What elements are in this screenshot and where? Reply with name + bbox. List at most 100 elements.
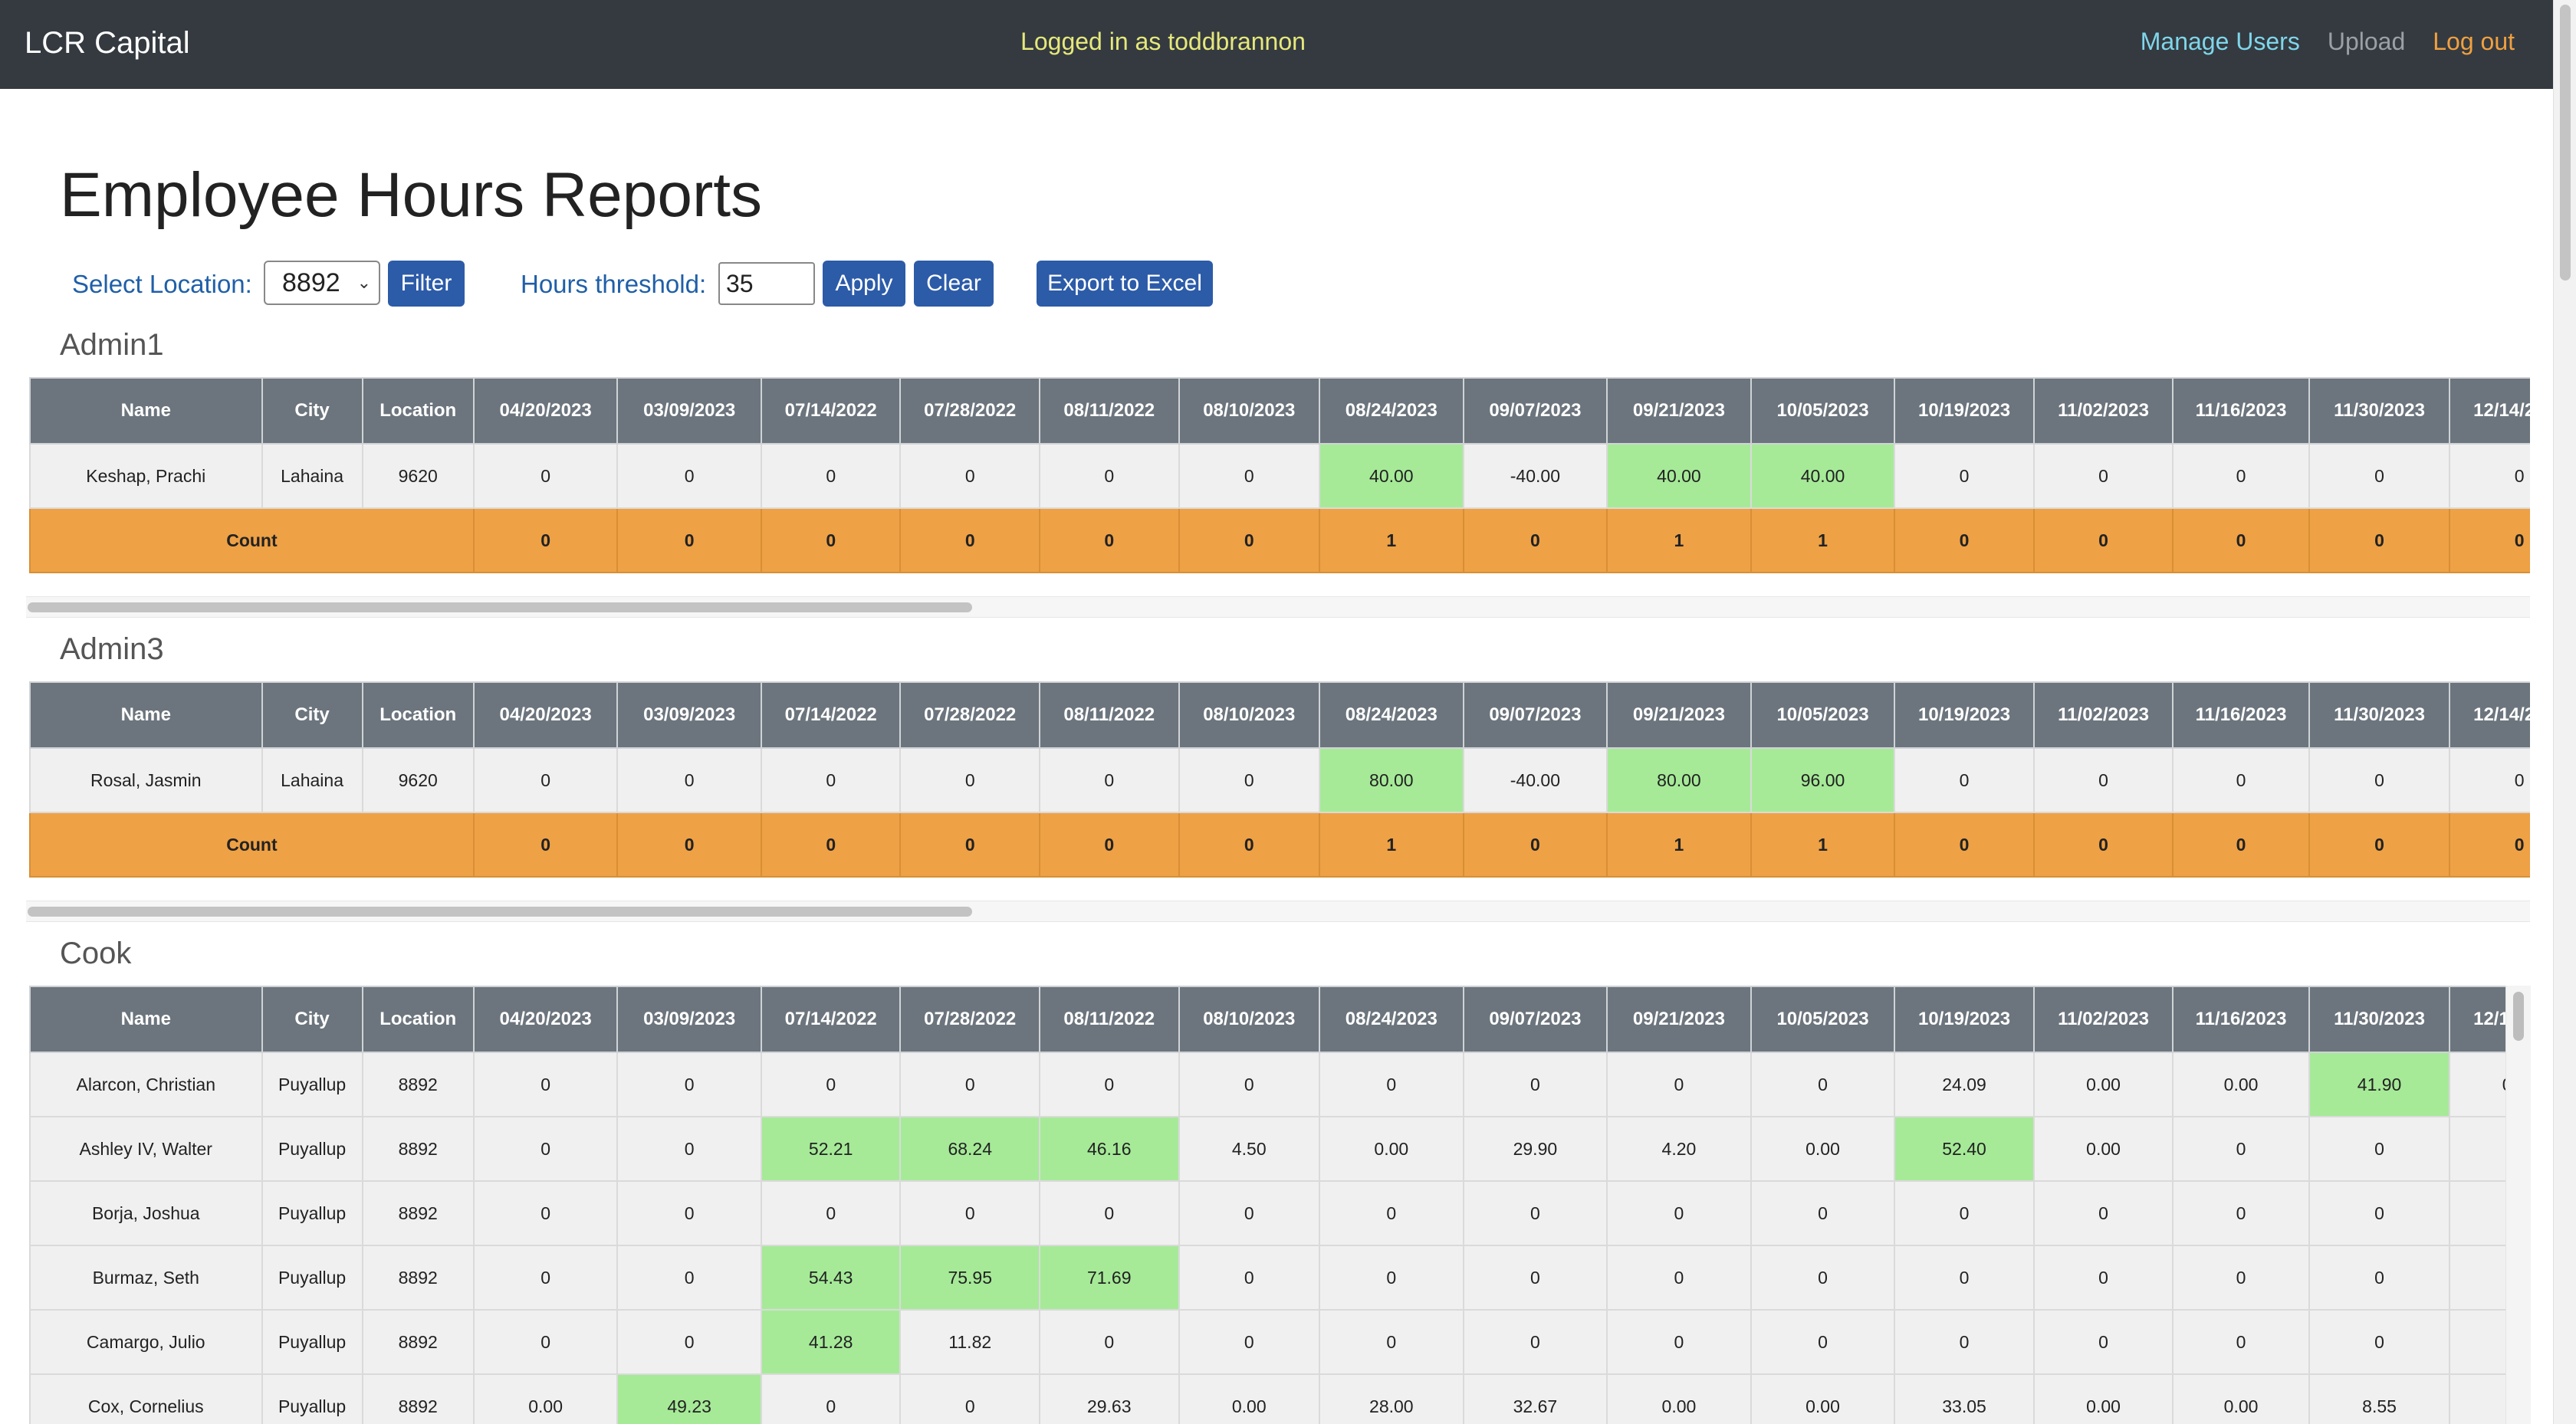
column-header[interactable]: 08/24/2023 [1319, 377, 1464, 445]
count-cell: 1 [1606, 812, 1752, 878]
column-header[interactable]: Name [29, 681, 263, 749]
column-header[interactable]: 04/20/2023 [472, 377, 619, 445]
column-header[interactable]: 10/05/2023 [1750, 986, 1896, 1053]
column-header[interactable]: City [261, 681, 363, 749]
upload-link[interactable]: Upload [2328, 28, 2405, 56]
section-title-cook: Cook [60, 937, 132, 970]
hours-cell: 0 [2308, 1180, 2451, 1246]
hours-cell: 0.00 [2449, 1052, 2505, 1117]
filter-button[interactable]: Filter [388, 261, 465, 307]
hours-cell: 0 [760, 747, 902, 813]
hours-cell: 0.00 [2172, 1052, 2310, 1117]
count-label: Count [29, 812, 475, 878]
column-header[interactable]: 07/14/2022 [760, 681, 902, 749]
column-header[interactable]: 10/19/2023 [1894, 377, 2035, 445]
column-header[interactable]: City [261, 377, 363, 445]
column-header[interactable]: 10/05/2023 [1750, 681, 1896, 749]
hours-cell: 80.00 [1606, 747, 1752, 813]
hours-cell: 8.55 [2308, 1373, 2451, 1424]
hours-cell: 0 [616, 1309, 762, 1375]
apply-button[interactable]: Apply [823, 261, 905, 307]
hours-cell: 0 [2308, 1116, 2451, 1182]
column-header[interactable]: 07/28/2022 [899, 986, 1040, 1053]
column-header[interactable]: 12/14/2023 [2449, 681, 2530, 749]
admin1-scrollbar-thumb[interactable] [28, 602, 972, 612]
column-header[interactable]: 07/14/2022 [760, 377, 902, 445]
column-header[interactable]: City [261, 986, 363, 1053]
column-header[interactable]: 11/30/2023 [2308, 681, 2451, 749]
count-cell: 0 [2032, 507, 2174, 573]
manage-users-link[interactable]: Manage Users [2141, 28, 2300, 56]
column-header[interactable]: 07/28/2022 [899, 377, 1040, 445]
column-header[interactable]: 03/09/2023 [616, 377, 762, 445]
clear-button[interactable]: Clear [914, 261, 994, 307]
column-header[interactable]: 11/16/2023 [2172, 377, 2310, 445]
hours-cell: 0 [2032, 747, 2174, 813]
column-header[interactable]: 08/24/2023 [1319, 986, 1464, 1053]
column-header[interactable]: Name [29, 377, 263, 445]
column-header[interactable]: 04/20/2023 [472, 986, 619, 1053]
admin3-scrollbar-thumb[interactable] [28, 907, 972, 917]
column-header[interactable]: 10/19/2023 [1894, 986, 2035, 1053]
logout-link[interactable]: Log out [2433, 28, 2515, 56]
city-cell: Puyallup [261, 1373, 363, 1424]
column-header[interactable]: 03/09/2023 [616, 681, 762, 749]
city-cell: Puyallup [261, 1309, 363, 1375]
column-header[interactable]: 09/07/2023 [1462, 986, 1608, 1053]
admin3-horizontal-scrollbar[interactable] [26, 901, 2530, 922]
column-header[interactable]: 11/16/2023 [2172, 681, 2310, 749]
column-header[interactable]: 09/07/2023 [1462, 377, 1608, 445]
export-excel-button[interactable]: Export to Excel [1037, 261, 1213, 307]
column-header[interactable]: 11/02/2023 [2032, 377, 2174, 445]
column-header[interactable]: 04/20/2023 [472, 681, 619, 749]
hours-cell: 0 [616, 1180, 762, 1246]
location-cell: 8892 [361, 1373, 475, 1424]
cook-vertical-scrollbar[interactable] [2505, 986, 2531, 1424]
cook-scrollbar-thumb[interactable] [2513, 992, 2524, 1041]
column-header[interactable]: 08/11/2022 [1038, 681, 1180, 749]
column-header[interactable]: 07/28/2022 [899, 681, 1040, 749]
column-header[interactable]: 11/16/2023 [2172, 986, 2310, 1053]
column-header[interactable]: 12/14/2023 [2449, 377, 2530, 445]
page-scrollbar-thumb[interactable] [2560, 5, 2571, 281]
count-cell: 0 [1038, 507, 1180, 573]
hours-cell: 75.95 [899, 1245, 1040, 1311]
column-header[interactable]: 07/14/2022 [760, 986, 902, 1053]
column-header[interactable]: Name [29, 986, 263, 1053]
column-header[interactable]: Location [361, 377, 475, 445]
column-header[interactable]: 11/30/2023 [2308, 986, 2451, 1053]
location-cell: 8892 [361, 1245, 475, 1311]
column-header[interactable]: 03/09/2023 [616, 986, 762, 1053]
column-header[interactable]: 08/10/2023 [1178, 986, 1321, 1053]
column-header[interactable]: 11/02/2023 [2032, 986, 2174, 1053]
column-header[interactable]: 10/05/2023 [1750, 377, 1896, 445]
hours-cell: 0 [2449, 443, 2530, 509]
column-header[interactable]: 09/21/2023 [1606, 681, 1752, 749]
column-header[interactable]: 08/11/2022 [1038, 377, 1180, 445]
hours-cell: 0 [1606, 1309, 1752, 1375]
count-label: Count [29, 507, 475, 573]
column-header[interactable]: 08/10/2023 [1178, 377, 1321, 445]
column-header[interactable]: 09/21/2023 [1606, 377, 1752, 445]
hours-cell: 0 [1750, 1309, 1896, 1375]
column-header[interactable]: 08/24/2023 [1319, 681, 1464, 749]
location-select[interactable]: 8892 ⌄ [264, 261, 380, 305]
admin1-horizontal-scrollbar[interactable] [26, 596, 2530, 618]
hours-cell: 40.00 [1606, 443, 1752, 509]
column-header[interactable]: 11/30/2023 [2308, 377, 2451, 445]
page-scrollbar[interactable] [2553, 0, 2576, 1424]
hours-cell: 0.00 [1606, 1373, 1752, 1424]
column-header[interactable]: 11/02/2023 [2032, 681, 2174, 749]
column-header[interactable]: 09/21/2023 [1606, 986, 1752, 1053]
hours-cell: 0 [472, 747, 619, 813]
hours-cell: 0 [899, 1373, 1040, 1424]
column-header[interactable]: Location [361, 986, 475, 1053]
column-header[interactable]: 12/14/2023 [2449, 986, 2505, 1053]
column-header[interactable]: 10/19/2023 [1894, 681, 2035, 749]
threshold-input[interactable]: 35 [718, 262, 815, 305]
column-header[interactable]: 08/10/2023 [1178, 681, 1321, 749]
column-header[interactable]: Location [361, 681, 475, 749]
column-header[interactable]: 08/11/2022 [1038, 986, 1180, 1053]
column-header[interactable]: 09/07/2023 [1462, 681, 1608, 749]
hours-cell: 0 [472, 1309, 619, 1375]
